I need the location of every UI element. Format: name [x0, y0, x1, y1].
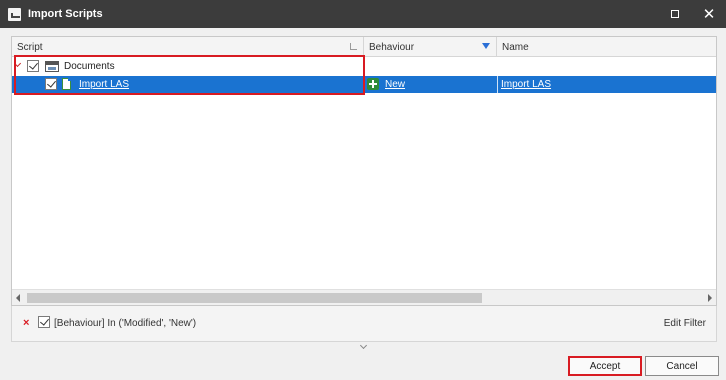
- accept-button[interactable]: Accept: [568, 356, 642, 376]
- clear-filter-icon[interactable]: ×: [23, 317, 29, 329]
- plus-icon: [367, 78, 379, 90]
- filter-enabled-checkbox[interactable]: [38, 316, 50, 328]
- window-title: Import Scripts: [28, 8, 103, 20]
- name-link[interactable]: Import LAS: [501, 79, 551, 90]
- filter-bar: × [Behaviour] In ('Modified', 'New') Edi…: [11, 306, 717, 342]
- maximize-button[interactable]: [660, 0, 690, 28]
- scroll-thumb[interactable]: [27, 293, 482, 303]
- title-bar: Import Scripts ✕: [0, 0, 726, 28]
- filter-expression: [Behaviour] In ('Modified', 'New'): [54, 318, 197, 329]
- annotation-highlight-box: [14, 55, 365, 95]
- filter-icon[interactable]: [482, 43, 490, 49]
- cancel-button[interactable]: Cancel: [645, 356, 719, 376]
- maximize-icon: [671, 10, 679, 18]
- horizontal-scrollbar[interactable]: [12, 289, 716, 305]
- collapse-chevron-icon[interactable]: [359, 341, 368, 350]
- scripts-grid: Script Behaviour Name Documents Import L…: [11, 36, 717, 306]
- close-icon: ✕: [702, 6, 716, 23]
- column-name-label: Name: [502, 41, 529, 53]
- column-header-name[interactable]: Name: [497, 37, 716, 57]
- behaviour-link[interactable]: New: [385, 79, 405, 90]
- grid-header: Script Behaviour Name: [12, 37, 716, 57]
- sort-icon[interactable]: [350, 43, 357, 50]
- column-header-behaviour[interactable]: Behaviour: [364, 37, 497, 57]
- edit-filter-link[interactable]: Edit Filter: [664, 318, 706, 329]
- scroll-left-icon[interactable]: [16, 294, 20, 302]
- app-icon: [8, 7, 21, 21]
- column-separator: [497, 76, 498, 93]
- column-behaviour-label: Behaviour: [369, 41, 415, 53]
- scroll-right-icon[interactable]: [708, 294, 712, 302]
- column-script-label: Script: [17, 41, 43, 53]
- column-header-script[interactable]: Script: [12, 37, 364, 57]
- close-button[interactable]: ✕: [694, 0, 724, 28]
